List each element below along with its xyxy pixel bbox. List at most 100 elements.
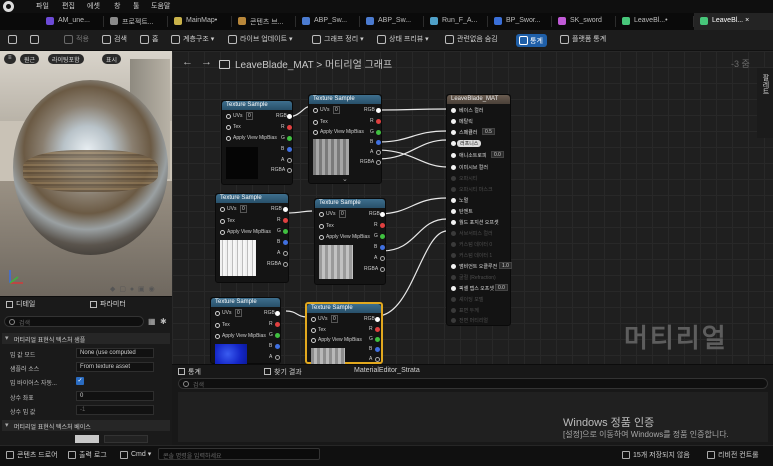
unreal-logo-icon[interactable] bbox=[3, 1, 14, 12]
section-texture-sample[interactable]: 머티리얼 표현식 텍스처 샘플 bbox=[2, 333, 170, 344]
settings-gear-icon[interactable]: ✱ bbox=[160, 317, 167, 326]
tab-find-results[interactable]: 찾기 결과 bbox=[264, 367, 302, 377]
live-update-button[interactable]: 라이브 업데이트 ▾ bbox=[228, 34, 293, 47]
tab-details[interactable]: 디테일 bbox=[6, 299, 35, 310]
b-output-pin[interactable] bbox=[376, 140, 381, 145]
rgb-output-pin[interactable] bbox=[380, 212, 385, 217]
b-output-pin[interactable] bbox=[375, 347, 380, 352]
texture-sample-node[interactable]: Texture Sample UVs 0 Tex Apply View MipB… bbox=[308, 94, 382, 184]
a-output-pin[interactable] bbox=[287, 158, 292, 163]
perspective-button[interactable]: 원근 bbox=[20, 54, 40, 64]
rgb-output-pin[interactable] bbox=[376, 108, 381, 113]
tab-parameters[interactable]: 파라미터 bbox=[90, 299, 126, 310]
uv-input-pin[interactable] bbox=[313, 108, 318, 113]
material-result-node[interactable]: LeaveBlade_MAT 베이스 컬러 메탈릭 스페큘러 0.5 러프니스 애… bbox=[446, 94, 512, 326]
tab-abp-sw-2[interactable]: ABP_Sw... bbox=[360, 13, 424, 30]
texture-asset-dropdown[interactable] bbox=[104, 435, 148, 443]
r-output-pin[interactable] bbox=[287, 125, 292, 130]
uv-value-field[interactable]: 0 bbox=[246, 112, 253, 120]
uv-input-pin[interactable] bbox=[319, 212, 324, 217]
texture-sample-node-selected[interactable]: Texture Sample UVs 0 Tex Apply View MipB… bbox=[305, 302, 383, 364]
rgba-output-pin[interactable] bbox=[380, 267, 385, 272]
details-search-input[interactable]: 검색 bbox=[4, 316, 144, 327]
tab-leaveblade-active[interactable]: LeaveBl... × bbox=[694, 13, 773, 30]
a-output-pin[interactable] bbox=[283, 251, 288, 256]
mipbias-input-pin[interactable] bbox=[313, 130, 318, 135]
tab-abp-sw-1[interactable]: ABP_Sw... bbox=[296, 13, 360, 30]
tab-leaveblade-1[interactable]: LeaveBl...• bbox=[616, 13, 694, 30]
a-output-pin[interactable] bbox=[380, 256, 385, 261]
stats-button[interactable]: 통계 bbox=[516, 34, 547, 47]
rgba-output-pin[interactable] bbox=[283, 262, 288, 267]
rgb-output-pin[interactable] bbox=[283, 207, 288, 212]
rgba-output-pin[interactable] bbox=[376, 160, 381, 165]
cmd-dropdown[interactable]: Cmd ▾ bbox=[120, 450, 151, 459]
mipbias-input-pin[interactable] bbox=[311, 338, 316, 343]
search-button[interactable]: 검색 bbox=[102, 34, 127, 47]
g-output-pin[interactable] bbox=[287, 136, 292, 141]
preview-mesh-shape-icons[interactable]: ◆ ▢ ● ▣ ◉ bbox=[110, 285, 156, 293]
tab-sk-sword[interactable]: SK_sword bbox=[552, 13, 616, 30]
hierarchy-button[interactable]: 계층구조 ▾ bbox=[171, 34, 214, 47]
unsaved-assets-button[interactable]: 15개 저장되지 않음 bbox=[622, 450, 690, 460]
texture-sample-node[interactable]: Texture Sample UVs 0 Tex Apply View MipB… bbox=[210, 297, 281, 364]
tex-input-pin[interactable] bbox=[220, 219, 225, 224]
menu-edit[interactable]: 편집 bbox=[62, 1, 75, 11]
graph-cleanup-button[interactable]: 그래프 정리 ▾ bbox=[312, 34, 364, 47]
console-command-input[interactable]: 콘솔 명령을 입력하세요 bbox=[158, 448, 320, 460]
g-output-pin[interactable] bbox=[376, 130, 381, 135]
uv-value-field[interactable]: 0 bbox=[339, 210, 346, 218]
b-output-pin[interactable] bbox=[275, 344, 280, 349]
tab-stats-panel[interactable]: 통계 bbox=[178, 367, 201, 377]
revision-control-button[interactable]: 리비전 컨트롤 bbox=[707, 450, 759, 460]
tab-content-browser[interactable]: 콘텐츠 브... bbox=[232, 13, 296, 30]
texture-sample-node[interactable]: Texture Sample UVs 0 Tex Apply View MipB… bbox=[215, 193, 289, 283]
uv-input-pin[interactable] bbox=[226, 114, 231, 119]
tab-run-f-a[interactable]: Run_F_A... bbox=[424, 13, 488, 30]
g-output-pin[interactable] bbox=[375, 337, 380, 342]
uv-value-field[interactable]: 0 bbox=[333, 106, 340, 114]
tex-input-pin[interactable] bbox=[319, 224, 324, 229]
mipbias-input-pin[interactable] bbox=[226, 136, 231, 141]
auto-mip-bias-checkbox[interactable]: ✓ bbox=[76, 377, 84, 385]
lit-mode-button[interactable]: 라이팅포함 bbox=[48, 54, 84, 64]
content-drawer-button[interactable]: 콘텐츠 드로어 bbox=[6, 450, 58, 460]
r-output-pin[interactable] bbox=[376, 119, 381, 124]
texture-sample-node[interactable]: Texture Sample UVs 0 Tex Apply View MipB… bbox=[221, 100, 293, 185]
a-output-pin[interactable] bbox=[376, 150, 381, 155]
b-output-pin[interactable] bbox=[283, 240, 288, 245]
r-output-pin[interactable] bbox=[283, 218, 288, 223]
tab-mainmap[interactable]: MainMap• bbox=[168, 13, 232, 30]
r-output-pin[interactable] bbox=[375, 327, 380, 332]
uv-value-field[interactable]: 0 bbox=[331, 315, 338, 323]
section-texture-base[interactable]: 머티리얼 표현식 텍스처 베이스 bbox=[2, 420, 170, 431]
uv-value-field[interactable]: 0 bbox=[240, 205, 247, 213]
browse-button[interactable] bbox=[30, 34, 42, 47]
tab-project[interactable]: 프로젝트... bbox=[104, 13, 168, 30]
home-button[interactable]: 홈 bbox=[140, 34, 158, 47]
mipbias-input-pin[interactable] bbox=[220, 230, 225, 235]
preview-state-button[interactable]: 상태 프리뷰 ▾ bbox=[377, 34, 429, 47]
uv-input-pin[interactable] bbox=[220, 207, 225, 212]
b-output-pin[interactable] bbox=[287, 147, 292, 152]
b-output-pin[interactable] bbox=[380, 245, 385, 250]
show-button[interactable]: 표시 bbox=[102, 54, 122, 64]
const-mip-value-input[interactable]: -1 bbox=[76, 405, 154, 415]
tex-input-pin[interactable] bbox=[215, 323, 220, 328]
mipbias-input-pin[interactable] bbox=[215, 334, 220, 339]
menu-asset[interactable]: 에셋 bbox=[87, 1, 100, 11]
output-log-button[interactable]: 출력 로그 bbox=[68, 450, 107, 460]
tab-bp-sword[interactable]: BP_Swor... bbox=[488, 13, 552, 30]
tex-input-pin[interactable] bbox=[311, 328, 316, 333]
tex-input-pin[interactable] bbox=[313, 120, 318, 125]
mip-value-mode-dropdown[interactable]: None (use computed bbox=[76, 348, 154, 358]
table-view-icon[interactable]: ▦ bbox=[148, 317, 156, 326]
mipbias-input-pin[interactable] bbox=[319, 235, 324, 240]
expand-chevron-icon[interactable]: ⌄ bbox=[342, 175, 348, 183]
r-output-pin[interactable] bbox=[380, 223, 385, 228]
a-output-pin[interactable] bbox=[375, 357, 380, 362]
a-output-pin[interactable] bbox=[275, 355, 280, 360]
viewport-menu-icon[interactable]: ≡ bbox=[4, 54, 16, 64]
rgba-output-pin[interactable] bbox=[287, 168, 292, 173]
r-output-pin[interactable] bbox=[275, 322, 280, 327]
